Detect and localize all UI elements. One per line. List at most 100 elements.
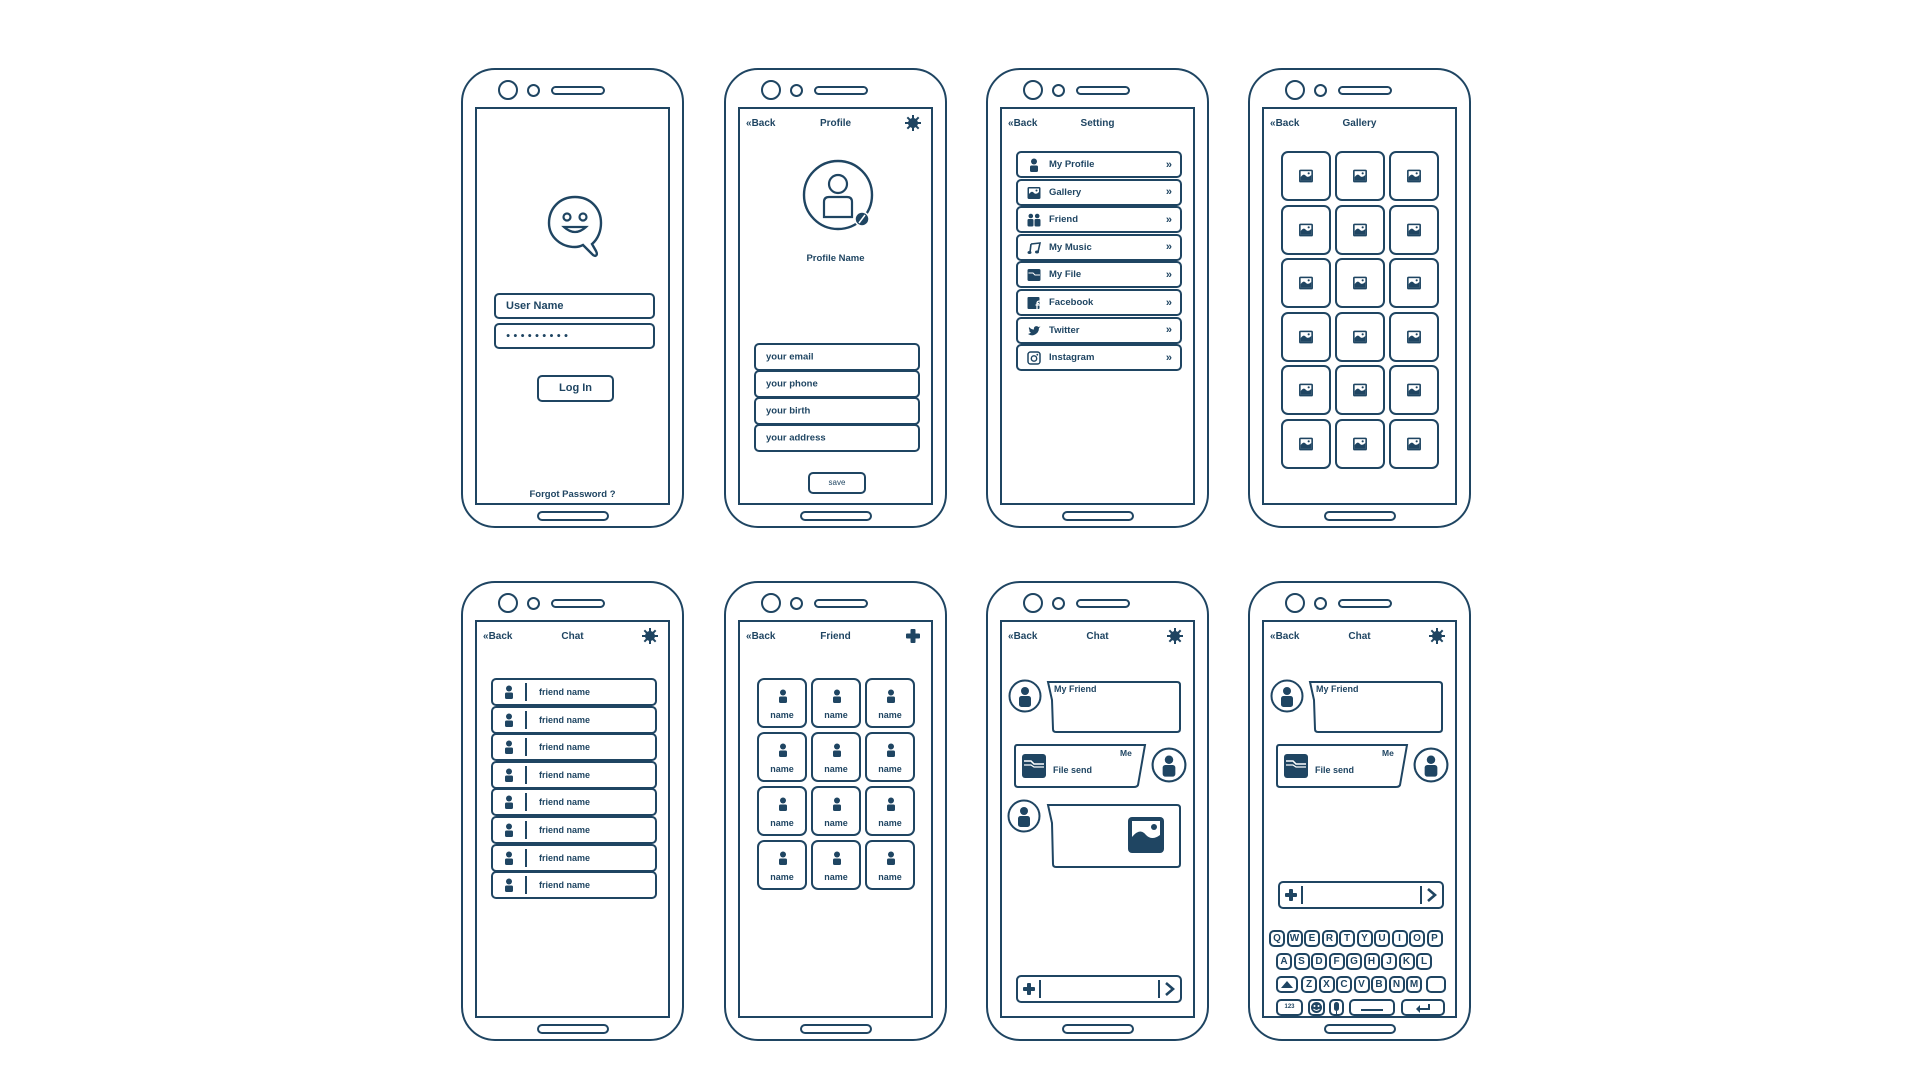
friend-card[interactable]: name: [865, 732, 915, 782]
key-i[interactable]: I: [1391, 930, 1408, 947]
key-e[interactable]: E: [1304, 930, 1320, 947]
key-r[interactable]: R: [1321, 930, 1338, 947]
chat-list-item[interactable]: friend name: [491, 843, 657, 872]
friend-card[interactable]: name: [757, 840, 807, 890]
key-n[interactable]: N: [1388, 976, 1405, 993]
chat-list-item[interactable]: friend name: [491, 678, 657, 706]
key-y[interactable]: Y: [1356, 930, 1373, 947]
gear-icon[interactable]: [1429, 628, 1445, 644]
key-v[interactable]: V: [1353, 976, 1370, 993]
key-z[interactable]: Z: [1301, 976, 1317, 993]
gear-icon[interactable]: [642, 628, 658, 644]
attach-plus-icon[interactable]: [1022, 982, 1036, 996]
attach-plus-icon[interactable]: [1284, 888, 1298, 902]
profile-avatar-edit-icon[interactable]: [802, 159, 878, 235]
birth-field[interactable]: your birth: [754, 397, 920, 425]
chat-list-item[interactable]: friend name: [491, 871, 657, 900]
key-j[interactable]: J: [1381, 953, 1397, 970]
emoji-key[interactable]: [1308, 999, 1325, 1016]
gallery-thumbnail[interactable]: [1281, 151, 1331, 201]
password-field[interactable]: ●●●●●●●●●: [494, 323, 655, 349]
email-field[interactable]: your email: [754, 343, 920, 371]
gallery-thumbnail[interactable]: [1335, 312, 1385, 362]
key-b[interactable]: B: [1371, 976, 1387, 993]
key-o[interactable]: O: [1409, 930, 1425, 947]
blank-key[interactable]: [1426, 976, 1446, 993]
settings-item-gallery[interactable]: Gallery »: [1016, 178, 1182, 206]
send-chevron-icon[interactable]: [1426, 887, 1438, 903]
save-button[interactable]: save: [808, 472, 866, 494]
key-m[interactable]: M: [1406, 976, 1422, 993]
friend-card[interactable]: name: [757, 732, 807, 782]
gallery-thumbnail[interactable]: [1389, 312, 1439, 362]
settings-item-my-file[interactable]: My File »: [1016, 261, 1182, 289]
image-icon[interactable]: [1128, 817, 1164, 853]
settings-item-my-profile[interactable]: My Profile »: [1016, 151, 1182, 178]
forgot-password-link[interactable]: Forgot Password ?: [477, 489, 668, 500]
friend-card[interactable]: name: [757, 678, 807, 728]
home-button[interactable]: [1062, 1024, 1134, 1034]
home-button[interactable]: [800, 511, 872, 521]
gallery-thumbnail[interactable]: [1389, 151, 1439, 201]
space-key[interactable]: [1349, 999, 1395, 1016]
key-k[interactable]: K: [1398, 953, 1415, 970]
gallery-thumbnail[interactable]: [1281, 419, 1331, 469]
key-a[interactable]: A: [1276, 953, 1292, 970]
gallery-thumbnail[interactable]: [1335, 151, 1385, 201]
gallery-thumbnail[interactable]: [1335, 365, 1385, 415]
key-t[interactable]: T: [1339, 930, 1355, 947]
gear-icon[interactable]: [905, 115, 921, 131]
home-button[interactable]: [1324, 511, 1396, 521]
friend-card[interactable]: name: [865, 786, 915, 836]
friend-card[interactable]: name: [811, 732, 861, 782]
friend-card[interactable]: name: [865, 678, 915, 728]
friend-card[interactable]: name: [811, 678, 861, 728]
key-x[interactable]: X: [1318, 976, 1335, 993]
login-button[interactable]: Log In: [537, 375, 614, 402]
settings-item-friend[interactable]: Friend »: [1016, 206, 1182, 234]
gallery-thumbnail[interactable]: [1389, 205, 1439, 255]
key-l[interactable]: L: [1416, 953, 1432, 970]
gallery-thumbnail[interactable]: [1281, 205, 1331, 255]
gallery-thumbnail[interactable]: [1389, 365, 1439, 415]
gallery-thumbnail[interactable]: [1335, 419, 1385, 469]
key-c[interactable]: C: [1336, 976, 1352, 993]
address-field[interactable]: your address: [754, 424, 920, 452]
home-button[interactable]: [537, 511, 609, 521]
friend-card[interactable]: name: [811, 786, 861, 836]
key-d[interactable]: D: [1311, 953, 1327, 970]
key-g[interactable]: G: [1346, 953, 1362, 970]
gallery-thumbnail[interactable]: [1389, 419, 1439, 469]
microphone-key[interactable]: [1329, 999, 1344, 1016]
phone-field[interactable]: your phone: [754, 370, 920, 398]
key-u[interactable]: U: [1374, 930, 1390, 947]
chat-list-item[interactable]: friend name: [491, 733, 657, 762]
shift-key[interactable]: [1276, 976, 1298, 993]
chat-list-item[interactable]: friend name: [491, 788, 657, 817]
settings-item-instagram[interactable]: Instagram »: [1016, 344, 1182, 372]
home-button[interactable]: [1324, 1024, 1396, 1034]
home-button[interactable]: [537, 1024, 609, 1034]
gallery-thumbnail[interactable]: [1281, 365, 1331, 415]
message-input-bar[interactable]: [1278, 881, 1444, 909]
settings-item-my-music[interactable]: My Music »: [1016, 233, 1182, 261]
friend-card[interactable]: name: [811, 840, 861, 890]
gallery-thumbnail[interactable]: [1281, 312, 1331, 362]
gallery-thumbnail[interactable]: [1389, 258, 1439, 308]
key-s[interactable]: S: [1293, 953, 1310, 970]
chat-list-item[interactable]: friend name: [491, 705, 657, 734]
gear-icon[interactable]: [1167, 628, 1183, 644]
home-button[interactable]: [1062, 511, 1134, 521]
gallery-thumbnail[interactable]: [1281, 258, 1331, 308]
chat-list-item[interactable]: friend name: [491, 760, 657, 789]
home-button[interactable]: [800, 1024, 872, 1034]
key-p[interactable]: P: [1426, 930, 1443, 947]
friend-card[interactable]: name: [865, 840, 915, 890]
gallery-thumbnail[interactable]: [1335, 258, 1385, 308]
gallery-thumbnail[interactable]: [1335, 205, 1385, 255]
plus-icon[interactable]: [905, 628, 921, 644]
send-chevron-icon[interactable]: [1164, 981, 1176, 997]
friend-card[interactable]: name: [757, 786, 807, 836]
key-h[interactable]: H: [1363, 953, 1380, 970]
key-q[interactable]: Q: [1269, 930, 1285, 947]
